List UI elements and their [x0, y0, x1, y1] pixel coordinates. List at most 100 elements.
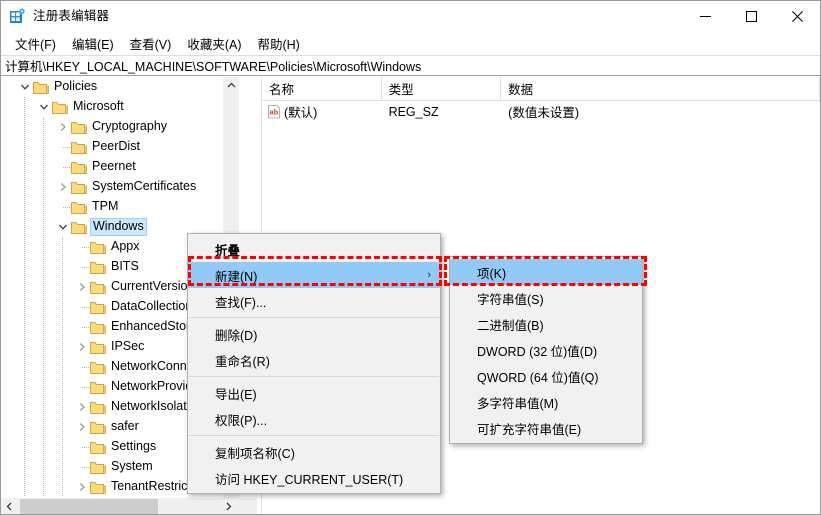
- tree-item-label: TPM: [92, 199, 119, 213]
- menu-item-label: 新建(N): [215, 269, 258, 284]
- ctx-copy-key-name[interactable]: 复制项名称(C): [188, 439, 440, 465]
- ctx-rename[interactable]: 重命名(R): [188, 347, 440, 373]
- chevron-right-icon[interactable]: [74, 417, 90, 437]
- menu-separator: [189, 317, 439, 318]
- tree-item-label: Policies: [54, 79, 98, 93]
- menu-item-label: 字符串值(S): [477, 292, 544, 307]
- folder-icon: [33, 80, 49, 94]
- scroll-left-button[interactable]: [1, 498, 18, 514]
- folder-icon: [90, 380, 106, 394]
- menu-item-label: 复制项名称(C): [215, 446, 295, 461]
- tree-guide-line: [62, 477, 63, 497]
- submenu-qword-value[interactable]: QWORD (64 位)值(Q): [450, 363, 642, 389]
- tree-item-peernet[interactable]: Peernet: [1, 157, 239, 177]
- folder-icon: [71, 180, 87, 194]
- submenu-key[interactable]: 项(K): [450, 259, 642, 285]
- chevron-down-icon[interactable]: [55, 217, 71, 237]
- minimize-button[interactable]: [682, 1, 728, 32]
- value-row[interactable]: ab (默认) REG_SZ (数值未设置): [262, 101, 820, 122]
- tree-guide-line: [24, 257, 25, 277]
- maximize-button[interactable]: [728, 1, 774, 32]
- chevron-right-icon[interactable]: [74, 277, 90, 297]
- ctx-export[interactable]: 导出(E): [188, 380, 440, 406]
- tree-guide-line: [62, 357, 63, 377]
- chevron-down-icon[interactable]: [17, 77, 33, 97]
- tree-guide-line: [62, 397, 63, 417]
- new-submenu[interactable]: 项(K) 字符串值(S) 二进制值(B) DWORD (32 位)值(D) QWORD …: [449, 256, 643, 444]
- submenu-expandable-string[interactable]: 可扩充字符串值(E): [450, 415, 642, 441]
- tree-item-label: DataCollection: [111, 299, 193, 313]
- tree-guide-line: [63, 207, 70, 208]
- tree-item-cryptography[interactable]: Cryptography: [1, 117, 239, 137]
- column-data[interactable]: 数据: [501, 77, 820, 100]
- submenu-multi-string[interactable]: 多字符串值(M): [450, 389, 642, 415]
- ctx-goto-hkcu[interactable]: 访问 HKEY_CURRENT_USER(T): [188, 465, 440, 491]
- column-type[interactable]: 类型: [382, 77, 502, 100]
- tree-item-tpm[interactable]: TPM: [1, 197, 239, 217]
- values-list[interactable]: ab (默认) REG_SZ (数值未设置): [262, 101, 820, 122]
- tree-item-label: Settings: [111, 439, 157, 453]
- ctx-collapse[interactable]: 折叠: [188, 236, 440, 262]
- values-column-header: 名称 类型 数据: [262, 77, 820, 101]
- chevron-right-icon[interactable]: [74, 397, 90, 417]
- column-name[interactable]: 名称: [262, 77, 382, 100]
- scroll-up-button[interactable]: [223, 77, 239, 94]
- menu-file[interactable]: 文件(F): [7, 32, 64, 56]
- context-menu[interactable]: 折叠新建(N) › 查找(F)... 删除(D) 重命名(R) 导出(E) 权限(P)...…: [187, 233, 441, 494]
- tree-guide-line: [24, 237, 25, 257]
- window-title: 注册表编辑器: [33, 9, 110, 24]
- menu-help[interactable]: 帮助(H): [249, 32, 307, 56]
- chevron-down-icon[interactable]: [36, 97, 52, 117]
- folder-icon: [71, 160, 87, 174]
- tree-guide-line: [43, 357, 44, 377]
- tree-guide-line: [24, 157, 25, 177]
- tree-item-microsoft[interactable]: Microsoft: [1, 97, 239, 117]
- chevron-right-icon[interactable]: [74, 337, 90, 357]
- menu-item-label: 删除(D): [215, 328, 258, 343]
- tree-item-label: Peernet: [92, 159, 136, 173]
- tree-item-peerdist[interactable]: PeerDist: [1, 137, 239, 157]
- close-button[interactable]: [774, 1, 820, 32]
- tree-item-label: IPSec: [111, 339, 145, 353]
- tree-horizontal-scrollbar[interactable]: [1, 498, 239, 514]
- tree-guide-line: [62, 377, 63, 397]
- tree-item-label: Microsoft: [73, 99, 124, 113]
- tree-guide-line: [43, 157, 44, 177]
- value-type: REG_SZ: [388, 104, 439, 119]
- tree-guide-line: [43, 257, 44, 277]
- tree-guide-line: [43, 177, 44, 197]
- tree-item-policies[interactable]: Policies: [1, 77, 239, 97]
- menu-view[interactable]: 查看(V): [122, 32, 180, 56]
- tree-guide-line: [82, 467, 89, 468]
- tree-guide-line: [24, 217, 25, 237]
- scroll-right-button[interactable]: [220, 498, 237, 514]
- submenu-binary-value[interactable]: 二进制值(B): [450, 311, 642, 337]
- folder-icon: [90, 440, 106, 454]
- tree-guide-line: [62, 237, 63, 257]
- chevron-right-icon[interactable]: [55, 117, 71, 137]
- tree-item-systemcertificates[interactable]: SystemCertificates: [1, 177, 239, 197]
- tree-guide-line: [24, 197, 25, 217]
- tree-guide-line: [62, 297, 63, 317]
- ctx-find[interactable]: 查找(F)...: [188, 288, 440, 314]
- address-bar[interactable]: 计算机\HKEY_LOCAL_MACHINE\SOFTWARE\Policies…: [1, 55, 820, 76]
- tree-guide-line: [43, 457, 44, 477]
- tree-guide-line: [62, 457, 63, 477]
- chevron-right-icon[interactable]: [55, 177, 71, 197]
- chevron-right-icon[interactable]: [74, 477, 90, 497]
- window-controls: [682, 1, 820, 32]
- folder-icon: [71, 140, 87, 154]
- ctx-delete[interactable]: 删除(D): [188, 321, 440, 347]
- menu-edit[interactable]: 编辑(E): [64, 32, 122, 56]
- folder-icon: [90, 360, 106, 374]
- submenu-string-value[interactable]: 字符串值(S): [450, 285, 642, 311]
- menu-item-label: 折叠: [215, 243, 241, 258]
- tree-guide-line: [24, 337, 25, 357]
- horizontal-scroll-thumb[interactable]: [20, 499, 158, 514]
- ctx-new[interactable]: 新建(N) ›: [188, 262, 440, 288]
- tree-guide-line: [62, 317, 63, 337]
- tree-guide-line: [24, 317, 25, 337]
- ctx-permissions[interactable]: 权限(P)...: [188, 406, 440, 432]
- menu-favorites[interactable]: 收藏夹(A): [179, 32, 249, 56]
- submenu-dword-value[interactable]: DWORD (32 位)值(D): [450, 337, 642, 363]
